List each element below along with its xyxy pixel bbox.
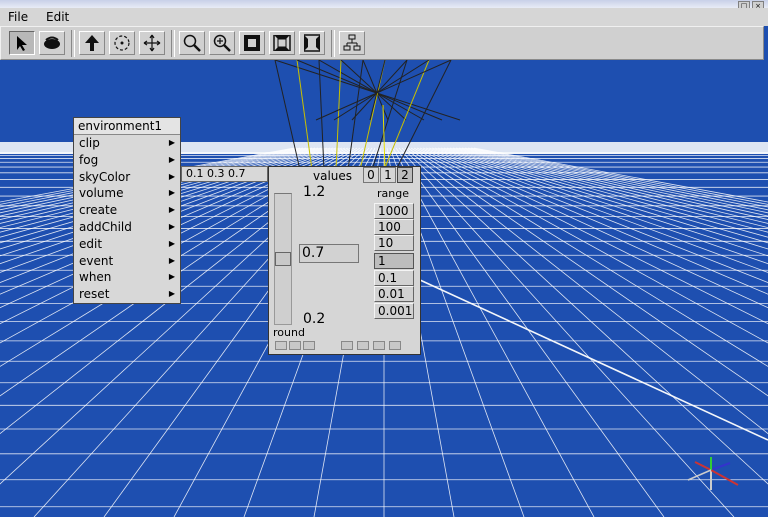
rotate-button[interactable] — [109, 31, 135, 55]
zoom-in-button[interactable] — [209, 31, 235, 55]
range-button-0.001[interactable]: 0.001 — [374, 303, 414, 319]
range-button-0.01[interactable]: 0.01 — [374, 286, 414, 302]
range-button-100[interactable]: 100 — [374, 219, 414, 235]
slider-min-label: 0.2 — [303, 311, 326, 327]
scene-graph-button[interactable] — [339, 31, 365, 55]
submenu-arrow-icon: ▶ — [168, 272, 175, 282]
range-button-0.1[interactable]: 0.1 — [374, 270, 414, 286]
menu-title: environment1 — [74, 118, 180, 135]
submenu-arrow-icon: ▶ — [168, 238, 175, 248]
value-slider[interactable] — [274, 193, 292, 325]
round-segment[interactable] — [303, 341, 315, 350]
menu-item-label: when — [79, 270, 112, 285]
front-view-button[interactable] — [239, 31, 265, 55]
toolbar — [0, 26, 764, 60]
object-icon — [44, 36, 60, 49]
object-view-button[interactable] — [39, 31, 65, 55]
top-view-button[interactable] — [269, 31, 295, 55]
toolbar-separator — [71, 30, 75, 57]
index-button-2[interactable]: 2 — [397, 167, 413, 183]
menu-item-event[interactable]: event ▶ — [74, 253, 180, 270]
move-button[interactable] — [139, 31, 165, 55]
view-side-icon — [304, 34, 320, 52]
menu-item-label: fog — [79, 152, 99, 167]
scene-graph-icon — [343, 34, 361, 51]
round-segment[interactable] — [289, 341, 301, 350]
menu-item-addchild[interactable]: addChild ▶ — [74, 219, 180, 236]
menu-item-when[interactable]: when ▶ — [74, 269, 180, 286]
walk-arrow-icon — [85, 35, 99, 51]
menu-edit[interactable]: Edit — [44, 9, 71, 25]
view-front-icon — [244, 35, 260, 51]
menu-item-volume[interactable]: volume ▶ — [74, 185, 180, 202]
round-segment[interactable] — [389, 341, 401, 350]
slider-thumb[interactable] — [275, 252, 291, 266]
submenu-arrow-icon: ▶ — [168, 221, 175, 231]
zoom-button[interactable] — [179, 31, 205, 55]
menu-item-clip[interactable]: clip ▶ — [74, 135, 180, 152]
side-view-button[interactable] — [299, 31, 325, 55]
arrow-cursor-icon — [17, 36, 27, 51]
menu-item-fog[interactable]: fog ▶ — [74, 152, 180, 169]
skycolor-value-field[interactable]: 0.1 0.3 0.7 — [181, 166, 268, 182]
menu-item-label: create — [79, 203, 118, 218]
move-icon — [143, 34, 161, 52]
index-button-0[interactable]: 0 — [363, 167, 379, 183]
range-label: range — [377, 187, 409, 200]
index-button-1[interactable]: 1 — [380, 167, 396, 183]
submenu-arrow-icon: ▶ — [168, 289, 175, 299]
submenu-arrow-icon: ▶ — [168, 154, 175, 164]
round-label: round — [273, 326, 305, 339]
zoom-in-icon — [213, 34, 231, 52]
submenu-arrow-icon: ▶ — [168, 255, 175, 265]
menu-bar: File Edit — [0, 8, 768, 26]
current-value-field[interactable]: 0.7 — [299, 244, 359, 263]
current-value: 0.7 — [302, 245, 325, 261]
menu-item-label: reset — [79, 287, 110, 302]
select-arrow-button[interactable] — [9, 31, 35, 55]
menu-item-label: edit — [79, 236, 103, 251]
range-button-1000[interactable]: 1000 — [374, 203, 414, 219]
submenu-arrow-icon: ▶ — [168, 188, 175, 198]
values-panel: values 0 1 2 1.2 0.7 0.2 range 1000 100 … — [268, 166, 421, 355]
menu-item-label: volume — [79, 186, 124, 201]
submenu-arrow-icon: ▶ — [168, 205, 175, 215]
menu-item-reset[interactable]: reset ▶ — [74, 286, 180, 303]
menu-item-label: skyColor — [79, 169, 131, 184]
toolbar-separator — [331, 30, 335, 57]
submenu-arrow-icon: ▶ — [168, 171, 175, 181]
menu-item-edit[interactable]: edit ▶ — [74, 236, 180, 253]
round-segment[interactable] — [275, 341, 287, 350]
round-segment[interactable] — [341, 341, 353, 350]
environment-context-menu: environment1 clip ▶ fog ▶ skyColor ▶ volume… — [73, 117, 181, 304]
menu-item-create[interactable]: create ▶ — [74, 202, 180, 219]
zoom-icon — [183, 34, 201, 52]
menu-item-label: clip — [79, 136, 100, 150]
submenu-arrow-icon: ▶ — [168, 138, 175, 147]
slider-max-label: 1.2 — [303, 184, 326, 200]
walk-button[interactable] — [79, 31, 105, 55]
view-top-icon — [273, 35, 291, 51]
menu-item-label: event — [79, 253, 114, 268]
rotate-icon — [114, 35, 130, 51]
toolbar-separator — [171, 30, 175, 57]
title-bar — [0, 0, 768, 8]
round-segment[interactable] — [373, 341, 385, 350]
range-button-10[interactable]: 10 — [374, 235, 414, 251]
range-button-1[interactable]: 1 — [374, 253, 414, 269]
round-segment[interactable] — [357, 341, 369, 350]
menu-file[interactable]: File — [6, 9, 30, 25]
menu-item-skycolor[interactable]: skyColor ▶ — [74, 169, 180, 186]
values-header: values — [313, 169, 353, 183]
menu-item-label: addChild — [79, 219, 132, 234]
